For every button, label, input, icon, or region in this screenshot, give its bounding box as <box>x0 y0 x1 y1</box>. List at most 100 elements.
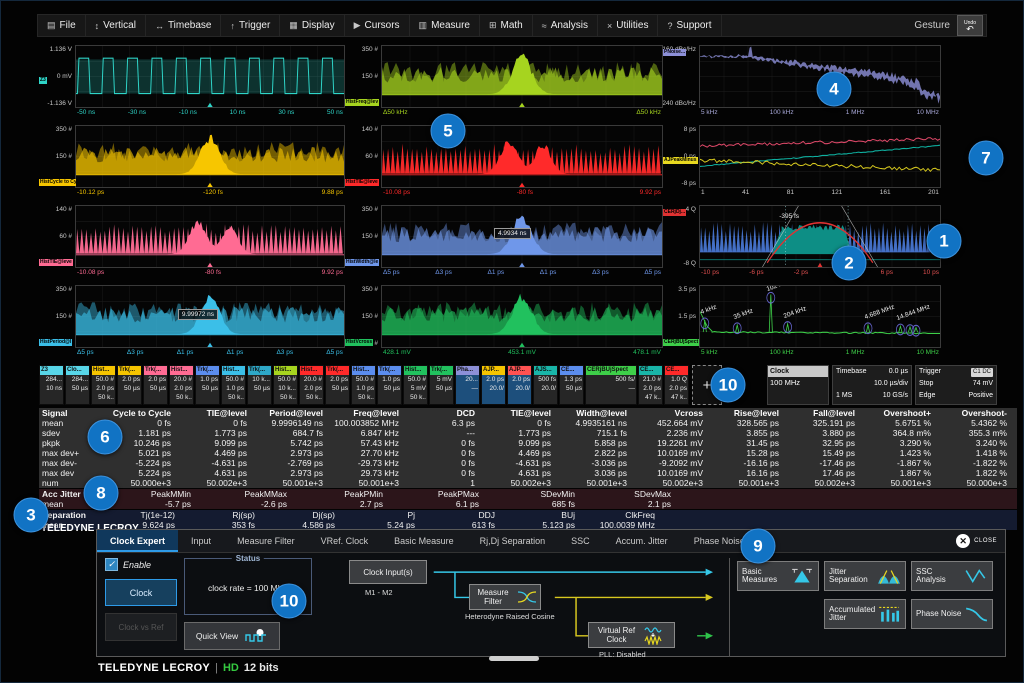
menu-measure[interactable]: ▥Measure <box>410 15 480 36</box>
tab-basic-measure[interactable]: Basic Measure <box>381 530 467 552</box>
descriptor-hist-11[interactable]: Hist...20.0 #2.0 ps50 k.. <box>299 365 324 405</box>
phase-noise-button[interactable]: Phase Noise <box>911 599 993 629</box>
descriptor-value: 50 µs <box>560 384 583 393</box>
table-cell: 2.7 ps <box>293 499 389 509</box>
descriptor-ce-21[interactable]: CE...1.3 ps50 µs <box>559 365 584 405</box>
plot-hist-period[interactable]: 9.99972 ns <box>75 285 345 348</box>
menu-utilities[interactable]: ×Utilities <box>598 15 659 36</box>
plot-hist-vcross[interactable] <box>381 285 663 348</box>
jitter-separation-button[interactable]: Jitter Separation <box>824 561 906 591</box>
x-tick: 30 ns <box>278 109 294 120</box>
menu-label: Timebase <box>168 20 212 31</box>
plot-hist-tie-red[interactable] <box>381 125 663 188</box>
tab-input[interactable]: Input <box>178 530 224 552</box>
x-tick: 50 ns <box>327 109 343 120</box>
menu-cursors[interactable]: ▶Cursors <box>345 15 410 36</box>
virtual-ref-clock-button[interactable]: Virtual Ref Clock <box>588 622 675 648</box>
descriptor-trk-12[interactable]: Trk(...2.0 ps50 µs <box>325 365 350 405</box>
plot-cell-hist-width: 350 #150 #-50 #4.9934 nsΔ5 psΔ3 psΔ1 psΔ… <box>345 200 663 280</box>
plot-hist-cycle-to-cycle[interactable] <box>75 125 345 188</box>
descriptor-title: Trk(... <box>430 366 453 375</box>
close-button[interactable]: ✕ CLOSE <box>956 530 1005 552</box>
descriptor-hist-10[interactable]: Hist...50.0 #10 k...50 k.. <box>273 365 298 405</box>
descriptor-hist-3[interactable]: Hist...50.0 #2.0 ps50 k.. <box>91 365 116 405</box>
descriptor-hist-8[interactable]: Hist...50.0 #1.0 ps50 k.. <box>221 365 246 405</box>
ssc-analysis-button[interactable]: SSC Analysis <box>911 561 993 591</box>
plot-accum-jitter-tracks[interactable] <box>699 125 941 188</box>
descriptor-value: 10 k... <box>274 384 297 393</box>
plot-hist-width[interactable]: 4.9934 ns <box>381 205 663 268</box>
x-tick: 9.88 ps <box>322 189 343 200</box>
descriptor-title: AJP... <box>482 366 505 375</box>
table-cell: 1.418 % <box>937 448 1013 458</box>
menu-display[interactable]: ▦Display <box>280 15 344 36</box>
descriptor-z3-1[interactable]: Z3284...10 ns <box>39 365 64 405</box>
tab-rj-dj-separation[interactable]: Rj,Dj Separation <box>467 530 559 552</box>
y-axis-labels: -160 dBc/Hz-240 dBc/Hz <box>663 45 699 120</box>
descriptor-trk-14[interactable]: Trk(...1.0 ps50 µs <box>377 365 402 405</box>
descriptor-ajp-18[interactable]: AJP...2.0 ps20.0/ <box>481 365 506 405</box>
descriptor-trk-5[interactable]: Trk(...2.0 ps50 µs <box>143 365 168 405</box>
plot-hist-freq[interactable] <box>381 45 663 108</box>
y-tick: -8 Q <box>683 260 696 267</box>
timebase-summary-box[interactable]: Timebase0.0 µs 10.0 µs/div 1 MS10 GS/s <box>832 365 912 405</box>
descriptor-hist-15[interactable]: Hist...50.0 #5 mV50 k.. <box>403 365 428 405</box>
descriptor-value: 50 k.. <box>274 393 297 402</box>
x-tick: -2 ps <box>794 269 808 280</box>
plot-hist-tie-pink[interactable] <box>75 205 345 268</box>
descriptor-hist-13[interactable]: Hist...50.0 #1.0 ps50 k.. <box>351 365 376 405</box>
y-axis-labels: 350 #150 #-50 # <box>39 285 75 360</box>
descriptor-cerjbujspect-22[interactable]: CERjBUjSpect500 fs/— <box>585 365 637 405</box>
descriptor-trk-9[interactable]: Trk(...10 k...50 µs <box>247 365 272 405</box>
measure-filter-button[interactable]: Measure Filter <box>469 584 541 610</box>
menu-vertical[interactable]: ↕Vertical <box>86 15 146 36</box>
plot-clock-wave[interactable] <box>75 45 345 108</box>
table-cell: 1.867 % <box>861 468 937 478</box>
descriptor-trk-16[interactable]: Trk(...5 mV50 µs <box>429 365 454 405</box>
menu-math[interactable]: ⊞Math <box>480 15 533 36</box>
vertical-icon: ↕ <box>95 21 100 31</box>
tab-accum-jitter[interactable]: Accum. Jitter <box>603 530 681 552</box>
menu-analysis[interactable]: ≈Analysis <box>533 15 598 36</box>
enable-checkbox-row[interactable]: ✓ Enable <box>105 558 177 571</box>
tab-vref-clock[interactable]: VRef. Clock <box>308 530 382 552</box>
descriptor-value: 2.0 ps <box>508 375 531 384</box>
descriptor-hist-6[interactable]: Hist...20.0 #2.0 ps50 k.. <box>169 365 194 405</box>
table-header-cell: Pj <box>341 510 421 520</box>
gesture-handle[interactable] <box>489 656 539 661</box>
undo-button[interactable]: Undo ↶ <box>957 15 983 36</box>
tab-measure-filter[interactable]: Measure Filter <box>224 530 308 552</box>
tab-ssc[interactable]: SSC <box>558 530 603 552</box>
quick-view-button[interactable]: Quick View <box>184 622 280 650</box>
trigger-summary-box[interactable]: TriggerC1 DC Stop74 mV EdgePositive <box>915 365 997 405</box>
phase-noise-icon <box>964 605 988 623</box>
tab-clock-expert[interactable]: Clock Expert <box>97 530 178 552</box>
plot-rjdj-bathtub[interactable]: -395 fs <box>699 205 941 268</box>
basic-measures-button[interactable]: Basic Measures <box>737 561 819 591</box>
descriptor-ajs-20[interactable]: AJS...500 fs20.0/ <box>533 365 558 405</box>
menu-file[interactable]: ▤File <box>38 15 86 36</box>
menu-timebase[interactable]: ↔Timebase <box>146 15 222 36</box>
clock-summary-box[interactable]: Clock 100 MHz <box>767 365 829 405</box>
menu-support[interactable]: ?Support <box>658 15 721 36</box>
menu-trigger[interactable]: ↑Trigger <box>221 15 280 36</box>
descriptor-value: — <box>456 384 479 393</box>
descriptor-trk-7[interactable]: Trk(...1.0 ps50 µs <box>195 365 220 405</box>
descriptor-clo-2[interactable]: Clo...284...50 µs <box>65 365 90 405</box>
descriptor-trk-4[interactable]: Trk(...2.0 ps50 µs <box>117 365 142 405</box>
math-icon: ⊞ <box>489 20 497 31</box>
descriptor-value: 2.0 ps <box>170 384 193 393</box>
action-label: Accumulated Jitter <box>829 606 877 623</box>
descriptor-ce-24[interactable]: CE...1.0 Q2.0 ps47 k.. <box>664 365 689 405</box>
menu-label: File <box>60 20 76 31</box>
clock-vs-ref-button[interactable]: Clock vs Ref <box>105 613 177 641</box>
plot-bu-jitter-spectrum[interactable]: 4 kHz35 kHz102 kHz204 kHz4.688 MHz14.844… <box>699 285 941 348</box>
descriptor-ajp-19[interactable]: AJP...2.0 ps20.0/ <box>507 365 532 405</box>
accumulated-jitter-button[interactable]: Accumulated Jitter <box>824 599 906 629</box>
descriptor-pha-17[interactable]: Pha...20...— <box>455 365 480 405</box>
y-tick: 350 # <box>56 286 72 293</box>
clock-inputs-button[interactable]: Clock Input(s) <box>349 560 427 584</box>
descriptor-ce-23[interactable]: CE...21.0 #2.0 ps47 k.. <box>638 365 663 405</box>
enable-checkbox[interactable]: ✓ <box>105 558 118 571</box>
clock-mode-button[interactable]: Clock <box>105 579 177 606</box>
